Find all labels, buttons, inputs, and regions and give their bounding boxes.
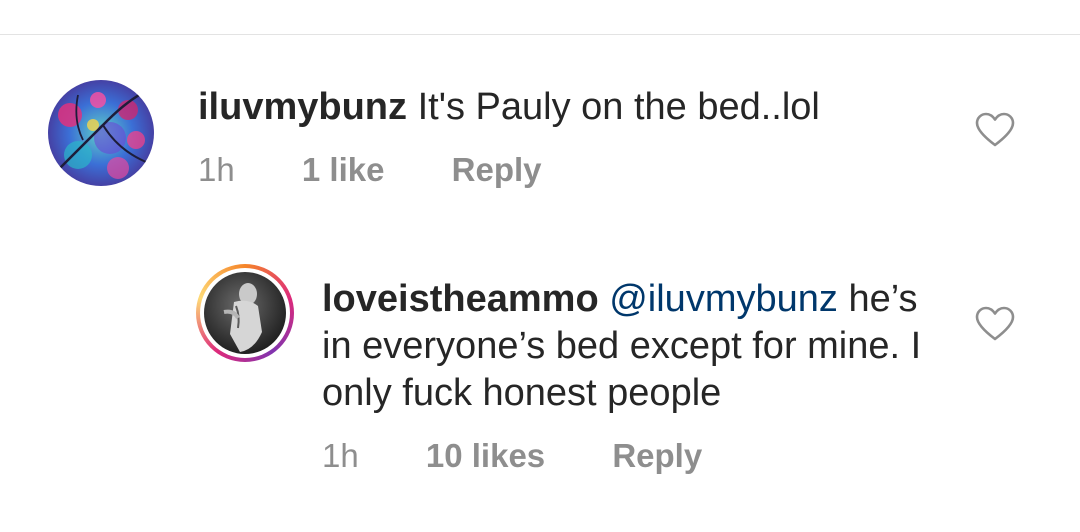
- abstract-art-avatar-icon: [48, 80, 154, 186]
- story-ring[interactable]: [196, 264, 294, 362]
- comments-screen: iluvmybunz It's Pauly on the bed..lol 1h…: [0, 0, 1080, 532]
- portrait-photo-avatar-icon: [204, 272, 286, 354]
- divider: [0, 34, 1080, 35]
- reply-button[interactable]: Reply: [612, 437, 702, 475]
- comment-meta: 1h 1 like Reply: [198, 151, 938, 189]
- avatar[interactable]: [48, 80, 154, 186]
- comment-body: iluvmybunz It's Pauly on the bed..lol 1h…: [198, 84, 938, 189]
- avatar: [204, 272, 286, 354]
- mention-link[interactable]: @iluvmybunz: [609, 278, 838, 320]
- comment-body: loveistheammo @iluvmybunz he’s in everyo…: [322, 276, 942, 475]
- comment-meta: 1h 10 likes Reply: [322, 437, 942, 475]
- heart-outline-icon[interactable]: [975, 306, 1015, 342]
- comment-text-block: loveistheammo @iluvmybunz he’s in everyo…: [322, 276, 942, 417]
- comment-likes-link[interactable]: 1 like: [302, 151, 385, 189]
- comment-text: It's Pauly on the bed..lol: [417, 86, 820, 128]
- comment-time: 1h: [322, 437, 359, 474]
- comment-username[interactable]: iluvmybunz: [198, 86, 407, 128]
- heart-outline-icon[interactable]: [975, 112, 1015, 148]
- comment-time: 1h: [198, 151, 235, 188]
- comment-likes-link[interactable]: 10 likes: [426, 437, 545, 475]
- reply-button[interactable]: Reply: [452, 151, 542, 189]
- comment-username[interactable]: loveistheammo: [322, 278, 599, 320]
- comment-text-line: iluvmybunz It's Pauly on the bed..lol: [198, 84, 938, 131]
